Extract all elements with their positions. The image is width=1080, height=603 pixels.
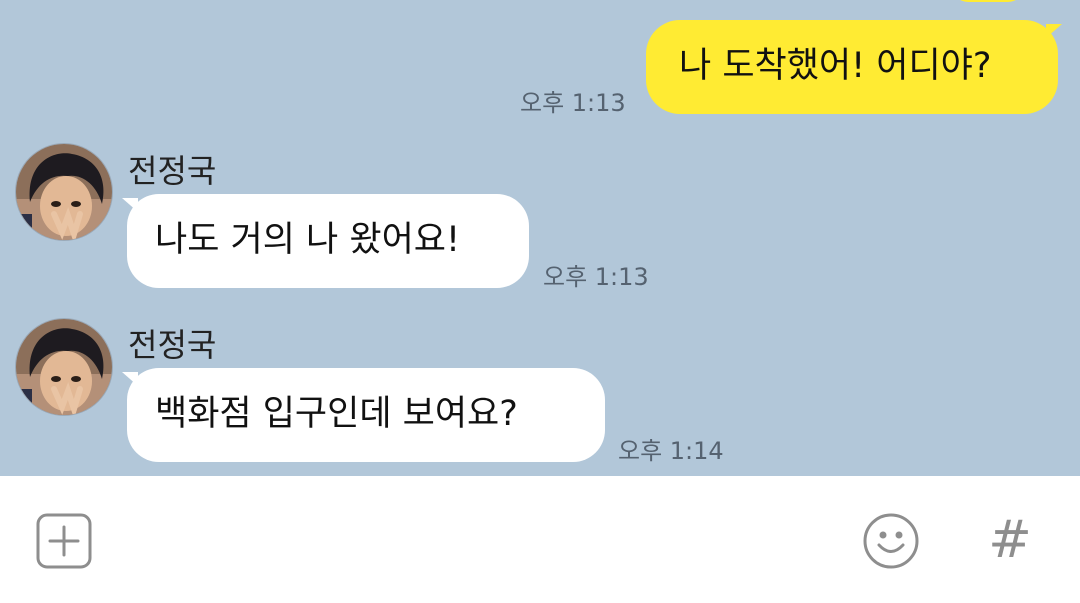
sender-name: 전정국 (128, 326, 217, 364)
chat-message-area[interactable]: 오후 1:13 나 도착했어! 어디야? 전정국 나도 거의 나 왔어요! 오후… (0, 0, 1080, 476)
hashtag-button[interactable]: # (980, 510, 1040, 570)
sender-avatar[interactable] (15, 318, 113, 416)
attach-button[interactable] (36, 513, 92, 569)
user-avatar-icon (16, 319, 112, 415)
bubble-tail (1046, 24, 1062, 38)
emoji-button[interactable] (862, 512, 920, 570)
my-message-bubble[interactable]: 나 도착했어! 어디야? (646, 20, 1058, 114)
message-timestamp: 오후 1:13 (543, 263, 649, 291)
message-timestamp: 오후 1:14 (618, 437, 724, 465)
plus-box-icon (36, 513, 92, 569)
sender-avatar[interactable] (15, 143, 113, 241)
bubble-tail (122, 198, 138, 212)
user-avatar-icon (16, 144, 112, 240)
message-input-bar: # (0, 476, 1080, 603)
message-timestamp: 오후 1:13 (520, 89, 626, 117)
previous-message-bubble-partial (952, 0, 1024, 2)
message-text: 백화점 입구인데 보여요? (155, 394, 518, 434)
their-message-bubble[interactable]: 나도 거의 나 왔어요! (127, 194, 529, 288)
bubble-tail (122, 372, 138, 386)
hashtag-icon: # (988, 510, 1032, 570)
their-message-bubble[interactable]: 백화점 입구인데 보여요? (127, 368, 605, 462)
message-text: 나도 거의 나 왔어요! (155, 220, 461, 260)
sender-name: 전정국 (128, 152, 217, 190)
message-text: 나 도착했어! 어디야? (679, 46, 992, 86)
smiley-icon (863, 513, 919, 569)
